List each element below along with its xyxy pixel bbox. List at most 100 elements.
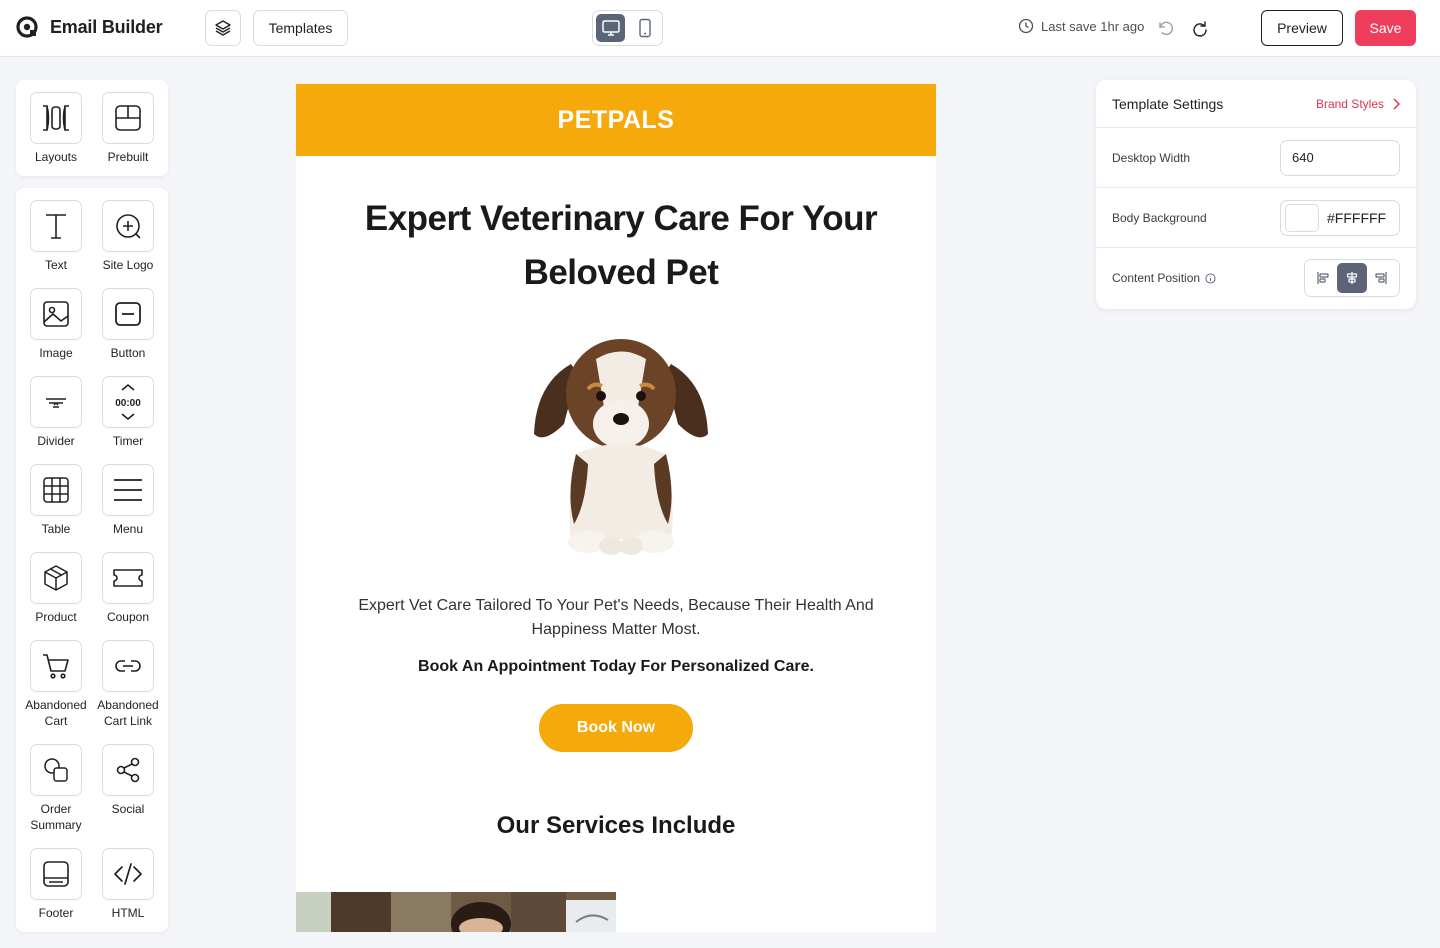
block-product[interactable]: Product [20,552,92,625]
mobile-icon [638,18,651,38]
desktop-width-input[interactable]: 640 [1280,139,1400,176]
timer-icon: 00:00 [115,383,141,421]
email-header[interactable]: PETPALS [296,84,936,156]
order-summary-icon [44,758,68,782]
block-button[interactable]: Button [92,288,164,361]
preview-button[interactable]: Preview [1261,10,1343,46]
tool-layouts-label: Layouts [34,150,78,164]
chevron-right-icon [1393,97,1400,110]
align-right-icon [1375,272,1387,284]
template-settings-title: Template Settings [1112,95,1224,112]
book-now-button[interactable]: Book Now [539,704,693,752]
email-canvas[interactable]: PETPALS Expert Veterinary Care For Your … [296,84,936,932]
tool-layouts-box[interactable] [30,92,82,144]
block-site-logo[interactable]: Site Logo [92,200,164,273]
service-image[interactable] [296,892,616,932]
timer-digits: 00:00 [115,398,141,409]
app-brand: Email Builder [16,16,163,38]
block-timer[interactable]: 00:00 Timer [92,376,164,449]
align-left-button[interactable] [1308,263,1337,293]
block-table[interactable]: Table [20,464,92,537]
block-abandoned-cart-box[interactable] [30,640,82,692]
body-background-label: Body Background [1112,210,1207,225]
block-menu-box[interactable] [102,464,154,516]
cart-icon [43,654,69,679]
block-button-box[interactable] [102,288,154,340]
block-social[interactable]: Social [92,744,164,817]
block-button-label: Button [110,346,146,360]
site-logo-icon [116,214,141,239]
puppy-image[interactable] [526,324,716,564]
layers-button[interactable] [205,10,241,46]
redo-button[interactable] [1190,18,1210,38]
last-save-status: Last save 1hr ago [1018,18,1144,34]
block-table-box[interactable] [30,464,82,516]
redo-icon [1193,21,1207,37]
block-order-summary-box[interactable] [30,744,82,796]
email-headline[interactable]: Expert Veterinary Care For Your Beloved … [336,192,906,300]
content-position-group [1304,259,1400,297]
email-brand-name: PETPALS [557,105,675,134]
app-logo-icon [16,16,38,38]
table-icon [43,477,69,503]
block-abandoned-cart-link-box[interactable] [102,640,154,692]
desktop-view-button[interactable] [596,14,625,42]
coupon-icon [113,569,143,587]
block-abandoned-cart-link[interactable]: Abandoned Cart Link [92,640,164,729]
blocks-panel: Text Site Logo Image Button Divider 00:0… [16,188,168,932]
app-title: Email Builder [50,16,163,37]
desktop-width-label: Desktop Width [1112,150,1191,165]
mobile-view-button[interactable] [630,14,659,42]
services-title[interactable]: Our Services Include [336,812,896,840]
layouts-icon [43,105,69,131]
email-cta-text[interactable]: Book An Appointment Today For Personaliz… [336,658,896,676]
block-abandoned-cart[interactable]: Abandoned Cart [20,640,92,729]
templates-button[interactable]: Templates [253,10,348,46]
menu-icon [114,479,142,501]
block-image-box[interactable] [30,288,82,340]
info-icon[interactable] [1205,272,1216,284]
block-text[interactable]: Text [20,200,92,273]
block-image-label: Image [39,346,73,360]
block-coupon[interactable]: Coupon [92,552,164,625]
tool-prebuilt-box[interactable] [102,92,154,144]
footer-icon [43,861,69,887]
undo-button[interactable] [1155,18,1175,38]
block-table-label: Table [41,522,71,536]
block-coupon-box[interactable] [102,552,154,604]
block-footer-box[interactable] [30,848,82,900]
block-html[interactable]: HTML [92,848,164,921]
block-html-box[interactable] [102,848,154,900]
block-footer[interactable]: Footer [20,848,92,921]
brand-styles-label: Brand Styles [1315,96,1384,111]
button-icon [115,302,141,326]
clock-icon [1018,18,1034,34]
block-product-label: Product [35,610,77,624]
prebuilt-icon [115,105,141,131]
block-timer-box[interactable]: 00:00 [102,376,154,428]
block-menu[interactable]: Menu [92,464,164,537]
tool-prebuilt[interactable]: Prebuilt [92,92,164,165]
align-right-button[interactable] [1367,263,1396,293]
block-order-summary[interactable]: Order Summary [20,744,92,833]
align-center-icon [1346,272,1358,284]
brand-styles-link[interactable]: Brand Styles [1316,97,1400,111]
block-divider-box[interactable] [30,376,82,428]
color-swatch[interactable] [1285,203,1319,232]
save-button[interactable]: Save [1355,10,1416,46]
block-social-box[interactable] [102,744,154,796]
block-divider[interactable]: Divider [20,376,92,449]
block-site-logo-box[interactable] [102,200,154,252]
block-timer-label: Timer [112,434,144,448]
align-center-button[interactable] [1337,263,1367,293]
block-image[interactable]: Image [20,288,92,361]
block-text-box[interactable] [30,200,82,252]
tool-layouts[interactable]: Layouts [20,92,92,165]
content-position-label: Content Position [1112,271,1201,285]
block-product-box[interactable] [30,552,82,604]
content-position-label-wrap: Content Position [1112,271,1216,285]
body-background-input[interactable]: #FFFFFF [1280,199,1400,236]
desktop-width-row: Desktop Width 640 [1096,128,1416,188]
email-body-text[interactable]: Expert Vet Care Tailored To Your Pet's N… [336,594,896,642]
tool-prebuilt-label: Prebuilt [107,150,149,164]
